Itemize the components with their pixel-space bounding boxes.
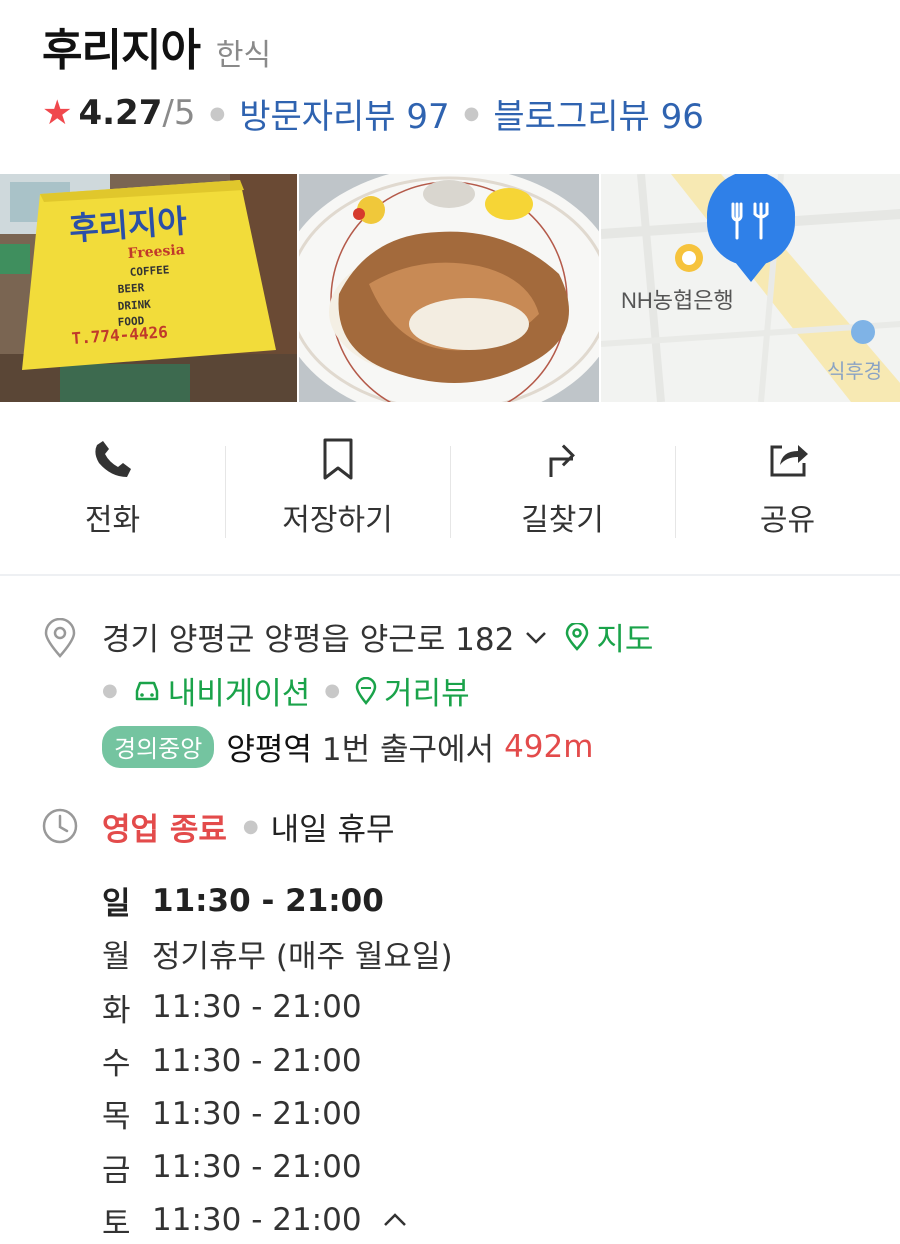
day-hours: 11:30 - 21:00	[152, 1202, 362, 1239]
phone-icon	[94, 441, 131, 477]
address-row: 경기 양평군 양평읍 양근로 182 지도	[102, 614, 653, 659]
call-label: 전화	[84, 503, 141, 538]
separator-dot: ●	[209, 102, 226, 124]
street-view-label: 거리뷰	[384, 676, 470, 712]
directions-button[interactable]: 길찾기	[450, 402, 675, 574]
subway-row: 경의중앙 양평역 1번 출구에서 492m	[102, 724, 593, 769]
map-link-label: 지도	[596, 622, 654, 658]
day-label: 화	[102, 992, 131, 1029]
hours-row-saturday: 토 11:30 - 21:00	[102, 1194, 453, 1244]
address-text: 경기 양평군 양평읍 양근로 182	[102, 622, 515, 658]
sign-menu-3: DRINK	[117, 298, 151, 313]
map-label-place: 식후경	[827, 360, 882, 383]
day-hours: 11:30 - 21:00	[152, 1149, 362, 1186]
station-name: 양평역	[226, 732, 312, 768]
place-name: 후리지아	[42, 25, 201, 76]
separator-dot: ●	[324, 680, 341, 701]
station-distance: 492m	[504, 728, 594, 765]
hours-row-monday: 월 정기휴무 (매주 월요일)	[102, 927, 453, 980]
share-icon	[770, 445, 808, 477]
next-day-status: 내일 휴무	[270, 812, 395, 848]
save-label: 저장하기	[282, 503, 393, 538]
rating-max: /5	[162, 93, 196, 133]
day-hours: 11:30 - 21:00	[152, 1042, 362, 1079]
place-header: 후리지아 한식 ★ 4.27 /5 ● 방문자리뷰 97 ● 블로그리뷰 96	[42, 14, 882, 140]
car-icon	[135, 681, 158, 700]
day-label: 일	[102, 886, 131, 923]
map-thumbnail[interactable]: NH농협은행 식후경	[600, 174, 900, 402]
subway-line-badge: 경의중앙	[102, 725, 215, 768]
visitor-reviews-link[interactable]: 방문자리뷰 97	[239, 89, 449, 138]
blog-reviews-link[interactable]: 블로그리뷰 96	[493, 89, 703, 138]
share-button[interactable]: 공유	[675, 402, 900, 574]
chevron-down-icon[interactable]	[524, 625, 548, 649]
action-bar: 전화 저장하기 길찾기 공유	[0, 402, 900, 576]
chevron-up-icon[interactable]	[382, 1207, 408, 1233]
rating-score: 4.27	[78, 93, 163, 133]
bookmark-icon	[323, 438, 352, 480]
hours-row-wednesday: 수 11:30 - 21:00	[102, 1034, 453, 1087]
day-label: 토	[102, 1205, 131, 1242]
navigation-row: ● 내비게이션 ● 거리뷰	[102, 668, 470, 713]
day-hours: 11:30 - 21:00	[152, 1095, 362, 1132]
day-label: 목	[102, 1099, 131, 1136]
business-status: 영업 종료	[102, 812, 227, 848]
place-category: 한식	[215, 38, 272, 73]
star-icon: ★	[42, 93, 73, 133]
directions-icon	[549, 444, 575, 477]
food-photo[interactable]	[299, 174, 599, 402]
separator-dot: ●	[463, 102, 480, 124]
call-button[interactable]: 전화	[0, 402, 225, 574]
sign-menu-2: BEER	[117, 281, 145, 296]
location-pin-icon	[44, 618, 76, 658]
hours-status-row[interactable]: 영업 종료 ● 내일 휴무	[102, 804, 395, 849]
day-label: 수	[102, 1046, 131, 1083]
rating-row: ★ 4.27 /5 ● 방문자리뷰 97 ● 블로그리뷰 96	[42, 86, 882, 140]
sign-menu-1: COFFEE	[129, 263, 170, 279]
hours-row-friday: 금 11:30 - 21:00	[102, 1140, 453, 1193]
photo-strip: 후리지아 Freesia COFFEE BEER DRINK FOOD T.77…	[0, 174, 900, 402]
map-link[interactable]: 지도	[564, 614, 653, 659]
map-pin-small-icon	[566, 622, 589, 651]
save-button[interactable]: 저장하기	[225, 402, 450, 574]
clock-icon	[42, 808, 78, 844]
street-view-icon	[355, 676, 377, 705]
day-hours: 정기휴무 (매주 월요일)	[152, 939, 453, 976]
storefront-photo[interactable]: 후리지아 Freesia COFFEE BEER DRINK FOOD T.77…	[0, 174, 298, 402]
day-hours: 11:30 - 21:00	[152, 989, 362, 1026]
day-label: 월	[102, 939, 131, 976]
hours-row-sunday: 일 11:30 - 21:00	[102, 874, 453, 927]
street-view-link[interactable]: 거리뷰	[354, 668, 470, 713]
navigation-link[interactable]: 내비게이션	[132, 668, 311, 713]
exit-text: 1번 출구에서	[321, 732, 495, 768]
title-row: 후리지아 한식	[42, 14, 882, 76]
directions-label: 길찾기	[521, 503, 604, 538]
hours-row-tuesday: 화 11:30 - 21:00	[102, 981, 453, 1034]
navigation-label: 내비게이션	[167, 676, 311, 712]
separator-dot: ●	[102, 680, 118, 701]
map-label-bank: NH농협은행	[621, 288, 734, 313]
hours-row-thursday: 목 11:30 - 21:00	[102, 1087, 453, 1140]
day-label: 금	[102, 1152, 131, 1189]
day-hours: 11:30 - 21:00	[152, 882, 384, 919]
hours-list: 일 11:30 - 21:00 월 정기휴무 (매주 월요일) 화 11:30 …	[102, 874, 453, 1244]
share-label: 공유	[759, 503, 816, 538]
separator-dot: ●	[242, 816, 259, 837]
